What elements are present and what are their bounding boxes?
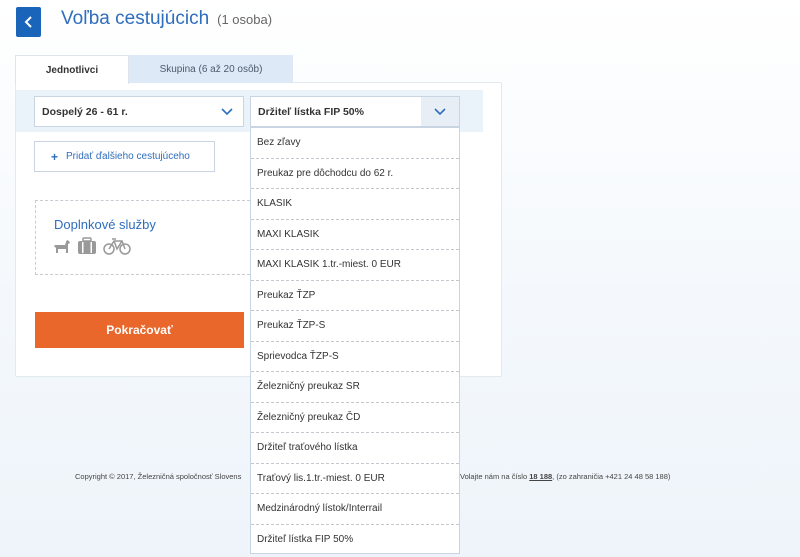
discount-option[interactable]: KLASIK bbox=[251, 189, 459, 220]
footer-abroad: (zo zahraničia +421 24 48 58 188) bbox=[556, 472, 671, 481]
discount-select[interactable]: Držiteľ lístka FIP 50% bbox=[250, 96, 460, 127]
plus-icon: + bbox=[51, 149, 59, 164]
page-title: Voľba cestujúcich (1 osoba) bbox=[61, 8, 272, 30]
footer-contact: Volajte nám na číslo 18 188, (zo zahrani… bbox=[460, 472, 671, 481]
page-title-text: Voľba cestujúcich bbox=[61, 8, 210, 29]
additional-services[interactable]: Doplnkové služby bbox=[35, 200, 250, 275]
discount-option[interactable]: Bez zľavy bbox=[251, 128, 459, 159]
discount-option[interactable]: Preukaz ŤZP bbox=[251, 281, 459, 311]
tab-bar: Jednotlivci Skupina (6 až 20 osôb) bbox=[15, 55, 293, 84]
discount-option[interactable]: Držiteľ lístka FIP 50% bbox=[251, 525, 459, 556]
tab-individuals[interactable]: Jednotlivci bbox=[15, 55, 129, 84]
bicycle-icon[interactable] bbox=[103, 237, 131, 255]
add-passenger-button[interactable]: + Pridať ďalšieho cestujúceho bbox=[34, 141, 215, 172]
chevron-down-icon bbox=[221, 107, 233, 115]
discount-dropdown-list: Bez zľavy Preukaz pre dôchodcu do 62 r. … bbox=[250, 127, 460, 554]
continue-button[interactable]: Pokračovať bbox=[35, 312, 244, 348]
footer-phone-link[interactable]: 18 188 bbox=[529, 472, 552, 481]
discount-option[interactable]: MAXI KLASIK 1.tr.-miest. 0 EUR bbox=[251, 250, 459, 281]
luggage-icon[interactable] bbox=[77, 237, 97, 255]
chevron-left-icon bbox=[24, 16, 32, 28]
dog-icon[interactable] bbox=[53, 238, 71, 254]
additional-services-label: Doplnkové služby bbox=[54, 217, 156, 232]
discount-select-toggle[interactable] bbox=[421, 97, 459, 126]
discount-option[interactable]: Železničný preukaz ČD bbox=[251, 403, 459, 433]
passenger-category-value: Dospelý 26 - 61 r. bbox=[42, 105, 128, 118]
discount-option[interactable]: Železničný preukaz SR bbox=[251, 372, 459, 403]
discount-option[interactable]: MAXI KLASIK bbox=[251, 220, 459, 250]
services-icons bbox=[53, 237, 131, 255]
discount-option[interactable]: Držiteľ traťového lístka bbox=[251, 433, 459, 464]
back-button[interactable] bbox=[16, 7, 41, 37]
passenger-count: (1 osoba) bbox=[217, 12, 273, 27]
discount-option[interactable]: Medzinárodný lístok/Interrail bbox=[251, 494, 459, 525]
chevron-down-icon bbox=[434, 107, 446, 115]
discount-value: Držiteľ lístka FIP 50% bbox=[258, 105, 364, 118]
discount-option[interactable]: Preukaz ŤZP-S bbox=[251, 311, 459, 342]
discount-option[interactable]: Sprievodca ŤZP-S bbox=[251, 342, 459, 372]
discount-option[interactable]: Traťový lis.1.tr.-miest. 0 EUR bbox=[251, 464, 459, 494]
passenger-category-select[interactable]: Dospelý 26 - 61 r. bbox=[34, 96, 244, 127]
tab-group[interactable]: Skupina (6 až 20 osôb) bbox=[129, 55, 293, 83]
footer-call-text: Volajte nám na číslo bbox=[460, 472, 528, 481]
add-passenger-label: Pridať ďalšieho cestujúceho bbox=[66, 151, 190, 162]
footer-copyright: Copyright © 2017, Železničná spoločnosť … bbox=[75, 472, 242, 481]
discount-option[interactable]: Preukaz pre dôchodcu do 62 r. bbox=[251, 159, 459, 189]
